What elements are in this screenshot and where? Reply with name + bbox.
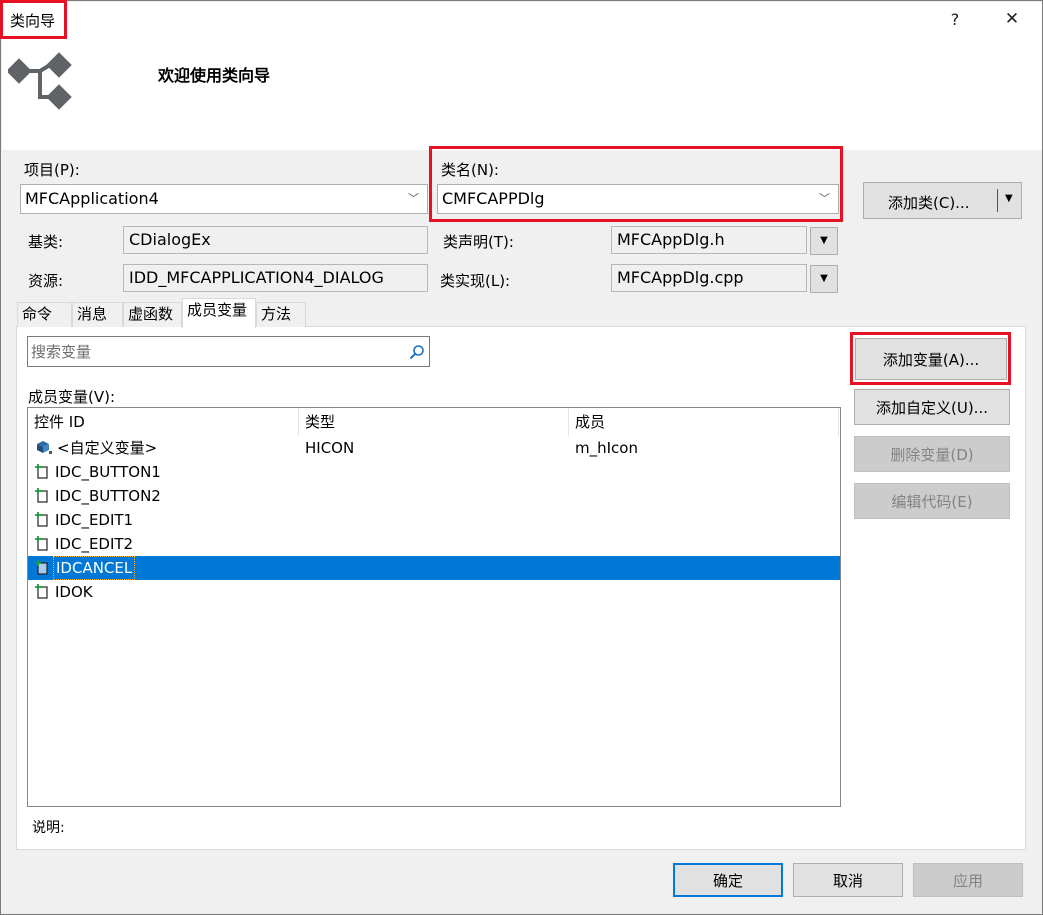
control-icon	[35, 512, 48, 527]
list-item-selected[interactable]: IDCANCEL	[28, 556, 840, 580]
tab-member-variables[interactable]: 成员变量	[182, 298, 256, 328]
class-implementation-dropdown[interactable]: ▼	[810, 265, 838, 293]
list-item[interactable]: IDC_EDIT2	[28, 532, 840, 556]
member-list-label: 成员变量(V):	[28, 388, 116, 406]
list-item[interactable]: <自定义变量> HICON m_hIcon	[28, 436, 840, 460]
class-implementation-field: MFCAppDlg.cpp	[611, 264, 807, 292]
row-member: m_hIcon	[575, 439, 638, 457]
class-implementation-label: 类实现(L):	[440, 272, 511, 290]
project-label: 项目(P):	[24, 161, 80, 179]
column-header-type[interactable]: 类型	[299, 408, 569, 436]
control-icon	[35, 488, 48, 503]
chevron-down-icon[interactable]: ▼	[1005, 193, 1013, 204]
list-item[interactable]: IDC_BUTTON1	[28, 460, 840, 484]
column-header-control-id[interactable]: 控件 ID	[28, 408, 299, 436]
tab-virtual-functions[interactable]: 虚函数	[123, 302, 182, 327]
control-icon	[35, 536, 48, 551]
add-class-split-button[interactable]: 添加类(C)... ▼	[863, 182, 1022, 219]
description-label: 说明:	[32, 820, 65, 836]
chevron-down-icon: ﹀	[408, 192, 419, 205]
resource-label: 资源:	[28, 272, 64, 290]
welcome-heading: 欢迎使用类向导	[158, 66, 271, 85]
resource-field: IDD_MFCAPPLICATION4_DIALOG	[123, 264, 428, 292]
tab-commands[interactable]: 命令	[17, 302, 72, 327]
row-type: HICON	[305, 439, 355, 457]
custom-variable-icon	[37, 441, 52, 454]
add-class-button-label: 添加类(C)...	[888, 194, 970, 212]
edit-code-button[interactable]: 编辑代码(E)	[854, 483, 1010, 519]
list-item[interactable]: IDC_BUTTON2	[28, 484, 840, 508]
close-button[interactable]: ✕	[997, 9, 1027, 29]
base-class-field: CDialogEx	[123, 226, 428, 254]
chevron-down-icon: ▼	[820, 273, 828, 284]
column-header-member[interactable]: 成员	[569, 408, 839, 436]
row-control-id: IDC_BUTTON1	[55, 463, 161, 481]
help-button[interactable]: ?	[940, 10, 970, 29]
row-control-id: IDOK	[55, 583, 93, 601]
search-input[interactable]	[28, 337, 398, 366]
row-control-id: <自定义变量>	[57, 439, 158, 457]
tab-methods[interactable]: 方法	[256, 302, 306, 327]
project-value: MFCApplication4	[25, 189, 159, 208]
cancel-button[interactable]: 取消	[793, 863, 903, 897]
control-icon	[35, 464, 48, 479]
member-variable-list[interactable]: 控件 ID 类型 成员 <自定义变量> HICON m_hIcon IDC_BU…	[27, 407, 841, 807]
row-control-id: IDCANCEL	[53, 556, 136, 580]
title-highlight-box	[0, 0, 67, 39]
row-control-id: IDC_EDIT2	[55, 535, 134, 553]
apply-button[interactable]: 应用	[913, 863, 1023, 897]
search-box[interactable]	[27, 336, 430, 367]
class-name-highlight-box	[429, 146, 843, 222]
project-combo[interactable]: MFCApplication4 ﹀	[20, 184, 428, 214]
control-icon	[35, 560, 48, 575]
split-divider	[997, 189, 998, 212]
class-wizard-logo-icon	[8, 52, 72, 110]
row-control-id: IDC_EDIT1	[55, 511, 134, 529]
class-declaration-label: 类声明(T):	[443, 233, 514, 251]
list-item[interactable]: IDOK	[28, 580, 840, 604]
class-declaration-field: MFCAppDlg.h	[611, 226, 807, 254]
add-custom-button[interactable]: 添加自定义(U)...	[854, 389, 1010, 425]
class-declaration-dropdown[interactable]: ▼	[810, 227, 838, 255]
control-icon	[35, 584, 48, 599]
ok-button[interactable]: 确定	[673, 863, 783, 897]
chevron-down-icon: ▼	[820, 235, 828, 246]
add-variable-highlight-box	[850, 332, 1011, 385]
tab-messages[interactable]: 消息	[72, 302, 123, 327]
base-class-label: 基类:	[28, 233, 64, 251]
delete-variable-button[interactable]: 删除变量(D)	[854, 436, 1010, 472]
search-icon[interactable]	[409, 344, 425, 360]
row-control-id: IDC_BUTTON2	[55, 487, 161, 505]
list-item[interactable]: IDC_EDIT1	[28, 508, 840, 532]
